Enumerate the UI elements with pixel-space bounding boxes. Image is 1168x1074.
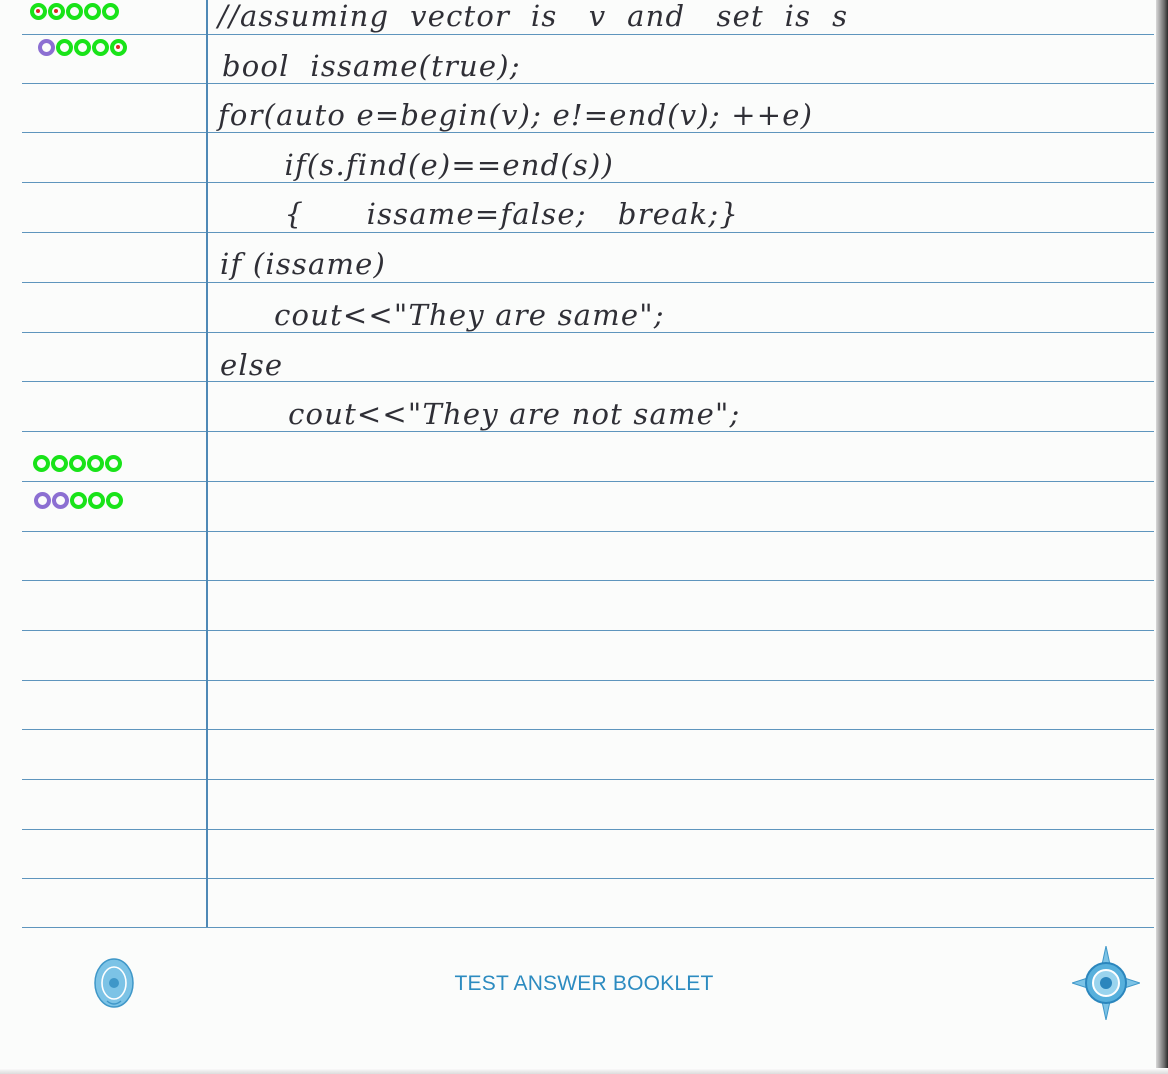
rule-line — [22, 878, 1154, 880]
answer-sheet: //assuming vector is v and set is s bool… — [0, 0, 1168, 1074]
mark-ring — [87, 455, 104, 472]
rule-line — [22, 531, 1154, 533]
rule-line — [22, 381, 1154, 383]
page-edge-shadow — [1156, 0, 1168, 1074]
rule-line — [22, 829, 1154, 831]
grading-marks — [34, 492, 123, 509]
mark-ring — [70, 492, 87, 509]
rule-line — [22, 282, 1154, 284]
mark-ring — [105, 455, 122, 472]
mark-ring — [88, 492, 105, 509]
mark-ring — [30, 3, 47, 20]
answer-line: { issame=false; break;} — [222, 197, 739, 231]
mark-ring — [92, 39, 109, 56]
mark-ring — [110, 39, 127, 56]
rule-line — [22, 927, 1154, 929]
answer-line: cout<<"They are same"; — [222, 298, 665, 332]
mark-ring — [33, 455, 50, 472]
rule-line — [22, 779, 1154, 781]
rule-line — [22, 729, 1154, 731]
answer-line: bool issame(true); — [222, 49, 521, 83]
mark-ring — [66, 3, 83, 20]
rule-line — [22, 83, 1154, 85]
mark-ring — [84, 3, 101, 20]
rule-line — [22, 580, 1154, 582]
answer-line: cout<<"They are not same"; — [236, 397, 741, 431]
answer-line: if (issame) — [220, 247, 387, 281]
mark-ring — [69, 455, 86, 472]
mark-ring — [34, 492, 51, 509]
grading-marks — [30, 3, 119, 20]
compass-rose-seal-icon — [1070, 945, 1142, 1021]
answer-line: for(auto e=begin(v); e!=end(v); ++e) — [218, 98, 814, 132]
answer-line: if(s.find(e)==end(s)) — [222, 148, 614, 182]
rule-line — [22, 680, 1154, 682]
rule-line — [22, 481, 1154, 483]
answer-line: else — [220, 348, 284, 382]
mark-ring — [56, 39, 73, 56]
booklet-title: TEST ANSWER BOOKLET — [454, 972, 714, 995]
mark-ring — [52, 492, 69, 509]
grading-marks — [33, 455, 122, 472]
mark-ring — [51, 455, 68, 472]
mark-ring — [74, 39, 91, 56]
rule-line — [22, 630, 1154, 632]
mark-ring — [106, 492, 123, 509]
mark-ring — [102, 3, 119, 20]
grading-marks — [38, 39, 127, 56]
answer-line: //assuming vector is v and set is s — [218, 0, 849, 33]
margin-line — [206, 0, 208, 927]
page-bottom-shadow — [0, 1068, 1168, 1074]
mark-ring — [38, 39, 55, 56]
mark-ring — [48, 3, 65, 20]
